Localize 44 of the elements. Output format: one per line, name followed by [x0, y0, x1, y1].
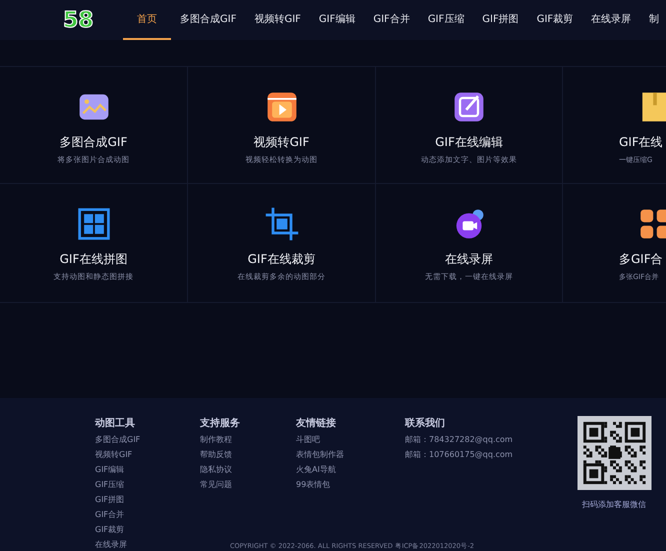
footer-link[interactable]: 制作教程 [200, 432, 296, 447]
footer-link[interactable]: GIF拼图 [95, 492, 200, 507]
footer-link[interactable]: 表情包制作器 [296, 447, 405, 462]
tool-title: GIF在线编辑 [435, 134, 503, 151]
crop-icon [264, 206, 300, 242]
tool-title: 多图合成GIF [60, 134, 128, 151]
footer-link[interactable]: GIF压缩 [95, 477, 200, 492]
qr-caption: 扫码添加客服微信 [582, 499, 646, 510]
footer-link[interactable]: GIF裁剪 [95, 522, 200, 537]
footer-heading: 友情链接 [296, 416, 337, 430]
tool-title: 视频转GIF [254, 134, 310, 151]
nav-tab[interactable]: 视频转GIF [245, 0, 310, 40]
footer-link[interactable]: GIF编辑 [95, 462, 200, 477]
footer-link[interactable]: 隐私协议 [200, 462, 296, 477]
footer-link[interactable]: 多图合成GIF [95, 432, 200, 447]
footer-link[interactable]: 斗图吧 [296, 432, 405, 447]
footer-link[interactable]: 在线录屏 [95, 537, 200, 551]
nav-tab[interactable]: GIF合并 [364, 0, 419, 40]
tool-title: GIF在线 [619, 134, 663, 151]
footer-link[interactable]: 常见问题 [200, 477, 296, 492]
footer-link[interactable]: 邮箱：107660175@qq.com [405, 447, 565, 462]
nav-tab[interactable]: 首页 [123, 0, 171, 40]
footer-link[interactable]: 视频转GIF [95, 447, 200, 462]
nav-tab[interactable]: 在线录屏 [582, 0, 640, 40]
footer-link[interactable]: 帮助反馈 [200, 447, 296, 462]
nav-tab[interactable]: GIF拼图 [473, 0, 528, 40]
footer-link[interactable]: 99表情包 [296, 477, 405, 492]
footer-heading: 联系我们 [405, 416, 446, 430]
tool-title: GIF在线裁剪 [248, 251, 316, 268]
nav-tab[interactable]: GIF裁剪 [528, 0, 582, 40]
footer-link[interactable]: GIF合并 [95, 507, 200, 522]
nav-tab[interactable]: 制 [640, 0, 666, 40]
nav-tab[interactable]: 多图合成GIF [171, 0, 246, 40]
footer-heading: 支持服务 [200, 416, 241, 430]
tool-title: 在线录屏 [445, 251, 493, 268]
nav-tab[interactable]: GIF压缩 [418, 0, 474, 40]
footer-heading: 动图工具 [95, 416, 136, 430]
footer-link[interactable]: 火兔AI导航 [296, 462, 405, 477]
grid-icon [76, 206, 112, 242]
tool-title: 多GIF合 [619, 251, 663, 268]
site-logo[interactable]: 58 [63, 8, 93, 32]
nav-tab[interactable]: GIF编辑 [310, 0, 364, 40]
footer-link[interactable]: 邮箱：784327282@qq.com [405, 432, 565, 447]
tool-title: GIF在线拼图 [60, 251, 128, 268]
